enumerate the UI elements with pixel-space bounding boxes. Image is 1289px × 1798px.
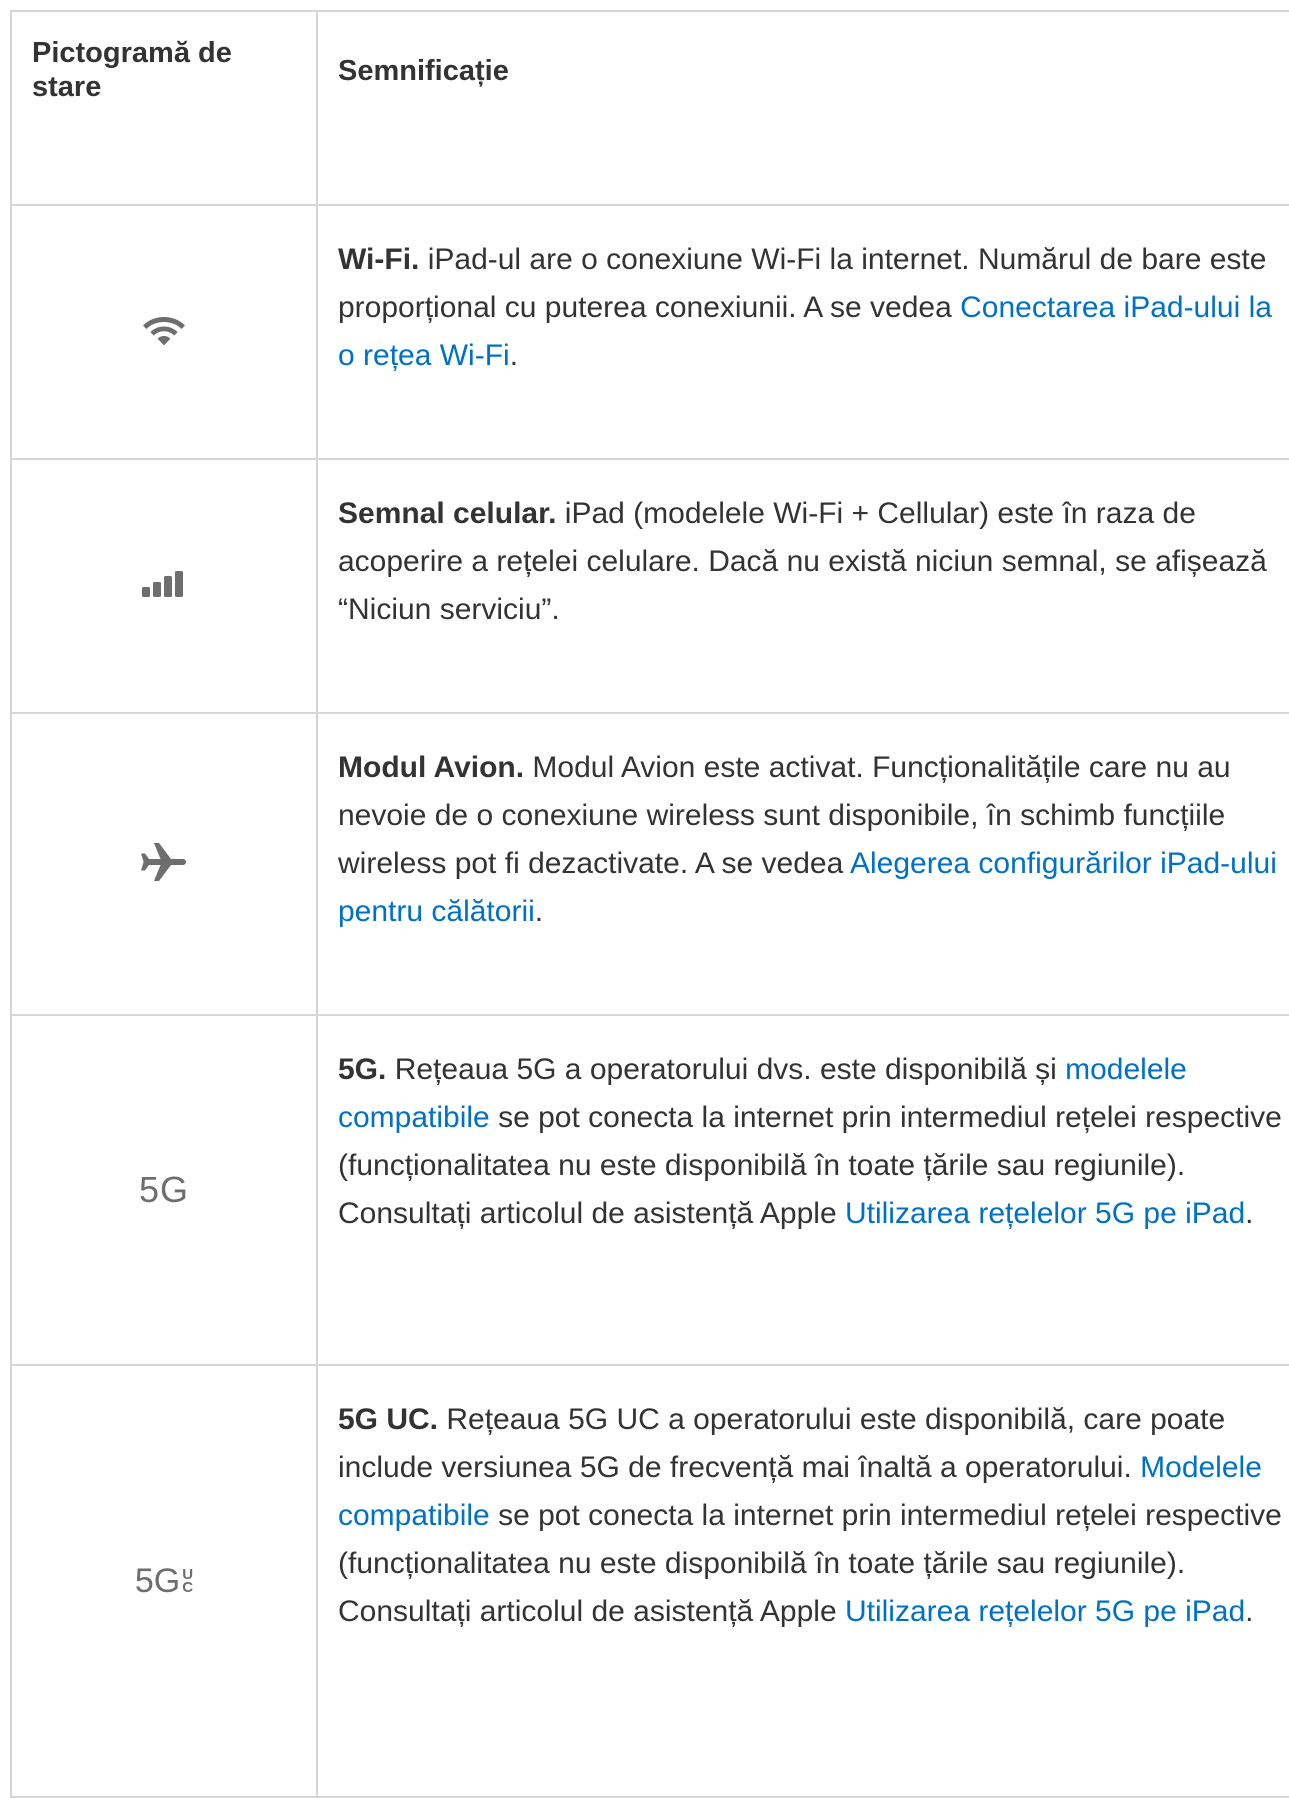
- row-text: .: [1245, 1595, 1254, 1628]
- row-title: Modul Avion.: [338, 751, 525, 784]
- description-cell: 5G UC. Rețeaua 5G UC a operatorului este…: [316, 1364, 1289, 1798]
- row-title: Wi-Fi.: [338, 243, 420, 276]
- row-text: .: [509, 339, 519, 372]
- icon-cell: 5G: [10, 1014, 318, 1366]
- header-meaning: Semnificație: [316, 10, 1289, 206]
- table-row-5g-uc: 5G U C 5G UC. Rețeaua 5G UC a operatorul…: [10, 1364, 1289, 1798]
- uc-bottom: C: [182, 1579, 194, 1596]
- description-cell: Modul Avion. Modul Avion este activat. F…: [316, 712, 1289, 1016]
- row-title: Semnal celular.: [338, 497, 557, 530]
- icon-cell: [10, 204, 318, 460]
- row-text: Rețeaua 5G a operatorului dvs. este disp…: [386, 1053, 1066, 1086]
- link-5g-networks[interactable]: Utilizarea rețelelor 5G pe iPad: [845, 1595, 1245, 1628]
- link-5g-networks[interactable]: Utilizarea rețelelor 5G pe iPad: [845, 1197, 1245, 1230]
- 5g-uc-icon-main: 5G: [134, 1561, 181, 1600]
- uc-stack: U C: [182, 1567, 194, 1596]
- description-cell: Semnal celular. iPad (modelele Wi-Fi + C…: [316, 458, 1289, 714]
- row-title: 5G UC.: [338, 1403, 439, 1436]
- 5g-icon: 5G: [138, 1169, 190, 1210]
- row-text: .: [534, 895, 544, 928]
- row-title: 5G.: [338, 1053, 387, 1086]
- table-row-wifi: Wi-Fi. iPad-ul are o conexiune Wi-Fi la …: [10, 204, 1289, 460]
- table-row-airplane: Modul Avion. Modul Avion este activat. F…: [10, 712, 1289, 1016]
- airplane-icon: [140, 842, 188, 887]
- wifi-icon: [142, 313, 186, 352]
- table-header-row: Pictogramă de stare Semnificație: [10, 10, 1289, 206]
- status-icons-table: Pictogramă de stare Semnificație Wi-Fi. …: [10, 10, 1289, 1798]
- table-row-5g: 5G 5G. Rețeaua 5G a operatorului dvs. es…: [10, 1014, 1289, 1366]
- icon-cell: 5G U C: [10, 1364, 318, 1798]
- description-cell: Wi-Fi. iPad-ul are o conexiune Wi-Fi la …: [316, 204, 1289, 460]
- cellular-signal-icon: [142, 570, 186, 602]
- table-row-cellular: Semnal celular. iPad (modelele Wi-Fi + C…: [10, 458, 1289, 714]
- description-cell: 5G. Rețeaua 5G a operatorului dvs. este …: [316, 1014, 1289, 1366]
- icon-cell: [10, 712, 318, 1016]
- icon-cell: [10, 458, 318, 714]
- header-status-icon: Pictogramă de stare: [10, 10, 318, 206]
- 5g-uc-icon: 5G U C: [135, 1562, 193, 1601]
- row-text: Rețeaua 5G UC a operatorului este dispon…: [338, 1403, 1226, 1484]
- row-text: .: [1245, 1197, 1254, 1230]
